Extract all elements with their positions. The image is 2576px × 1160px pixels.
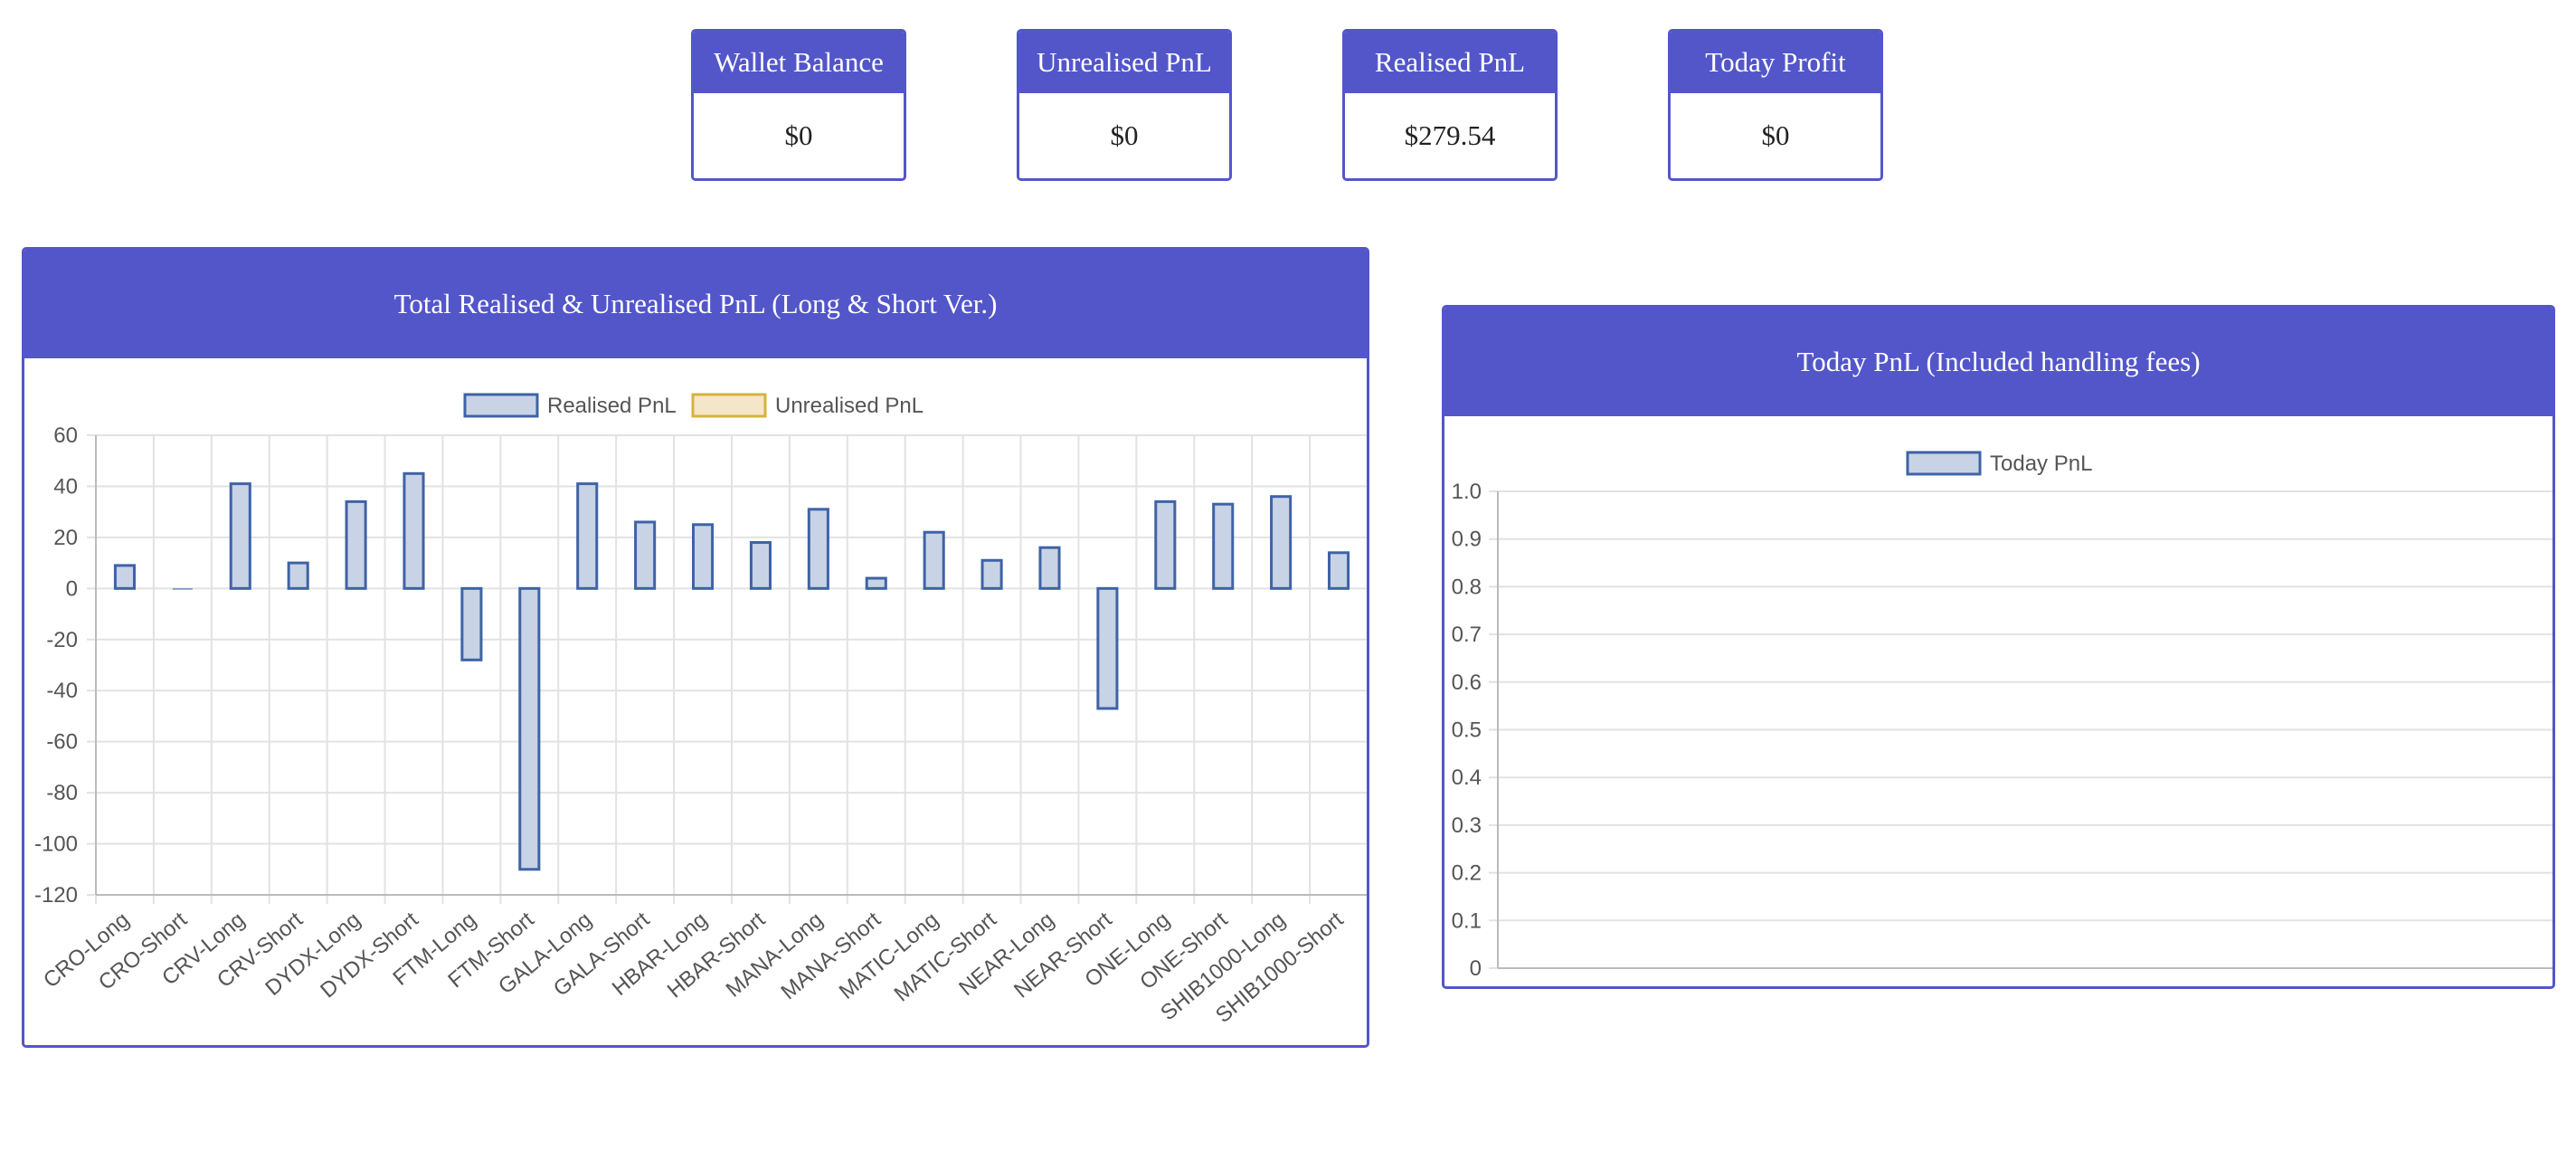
stat-label: Today Profit [1671, 32, 1880, 93]
realised-pnl-card: Realised PnL $279.54 [1342, 29, 1558, 181]
stat-label: Unrealised PnL [1019, 32, 1229, 93]
today-pnl-chart: Today PnL 1.0 0.9 0.8 0.7 0.6 0.5 0.4 0.3 0.2 0.1 0 [1452, 451, 2552, 981]
bar-realised-pnl [865, 576, 887, 590]
y-tick-label: -40 [46, 679, 78, 703]
y-tick-label: -100 [34, 832, 78, 857]
stat-label: Wallet Balance [694, 32, 904, 93]
bar-realised-pnl [402, 471, 425, 590]
y-tick-label: -80 [46, 781, 78, 805]
y-tick-label: 20 [53, 526, 78, 550]
total-pnl-panel: Total Realised & Unrealised PnL (Long & … [22, 247, 1369, 1048]
bar-realised-pnl [807, 508, 829, 590]
legend-swatch-today [1906, 451, 1982, 476]
y-tick-label: 40 [53, 474, 78, 499]
y-tick-label: -120 [34, 883, 78, 908]
bar-realised-pnl [1096, 586, 1119, 710]
wallet-balance-card: Wallet Balance $0 [691, 29, 906, 181]
y-tick-label: 0.6 [1452, 670, 1482, 695]
y-tick-label: 0.1 [1452, 908, 1482, 933]
bar-realised-pnl [1212, 502, 1235, 590]
y-tick-label: 60 [53, 423, 78, 448]
bar-realised-pnl [460, 586, 483, 661]
bar-realised-pnl [980, 558, 1003, 590]
bar-realised-pnl [1328, 551, 1350, 590]
legend-label: Unrealised PnL [775, 394, 923, 418]
bar-realised-pnl [1270, 495, 1293, 590]
bar-realised-pnl [749, 541, 772, 590]
y-tick-label: 1.0 [1452, 480, 1482, 504]
bar-realised-pnl [923, 530, 945, 590]
y-tick-label: 0.5 [1452, 718, 1482, 743]
bar-realised-pnl [113, 564, 136, 590]
stat-label: Realised PnL [1345, 32, 1555, 93]
bar-realised-pnl [518, 586, 541, 871]
y-tick-label: -20 [46, 628, 78, 652]
legend-swatch-unrealised [691, 393, 767, 418]
bar-realised-pnl [576, 482, 599, 590]
stat-value: $279.54 [1404, 119, 1496, 151]
y-tick-label: 0.3 [1452, 813, 1482, 838]
today-pnl-panel: Today PnL (Included handling fees) Today… [1442, 305, 2555, 989]
y-tick-label: -60 [46, 730, 78, 755]
legend-label: Today PnL [1990, 452, 2092, 476]
y-tick-label: 0.9 [1452, 528, 1482, 552]
y-tick-label: 0.8 [1452, 575, 1482, 599]
y-tick-label: 0 [1470, 956, 1482, 981]
bar-realised-pnl [345, 499, 367, 590]
stat-value: $0 [1761, 119, 1790, 151]
y-tick-label: 0.7 [1452, 623, 1482, 647]
bar-realised-pnl [692, 523, 715, 590]
bar-realised-pnl [1038, 546, 1061, 590]
today-profit-card: Today Profit $0 [1668, 29, 1883, 181]
unrealised-pnl-card: Unrealised PnL $0 [1017, 29, 1232, 181]
stat-value: $0 [784, 119, 813, 151]
bar-realised-pnl [173, 588, 193, 590]
legend-label: Realised PnL [547, 394, 677, 418]
y-tick-label: 0 [66, 576, 78, 601]
stat-value: $0 [1110, 119, 1139, 151]
bar-realised-pnl [287, 561, 309, 590]
bar-realised-pnl [229, 482, 251, 590]
y-tick-label: 0.4 [1452, 765, 1482, 790]
total-pnl-chart: Realised PnL Unrealised PnL 60 40 20 0 -20 -40 -… [34, 393, 1367, 1028]
bar-realised-pnl [1154, 499, 1177, 590]
panel-title: Today PnL (Included handling fees) [1444, 308, 2552, 416]
bar-realised-pnl [634, 520, 657, 590]
y-tick-label: 0.2 [1452, 861, 1482, 886]
legend-swatch-realised [463, 393, 539, 418]
panel-title: Total Realised & Unrealised PnL (Long & … [24, 250, 1367, 358]
